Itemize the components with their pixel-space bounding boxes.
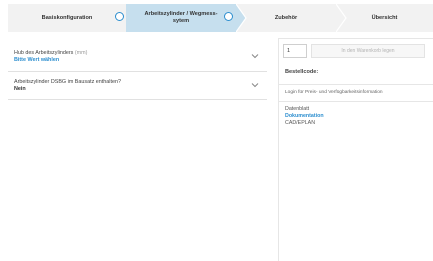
step-zubehoer[interactable]: Zubehör (236, 4, 336, 32)
divider (279, 84, 433, 85)
accordion-title: Hub des Arbeitszylinders (mm) (14, 50, 88, 56)
step-arrow-divider (336, 4, 348, 32)
login-link[interactable]: Login für Preis- und Verfügbarkeitsinfor… (285, 90, 383, 95)
step-basiskonfiguration[interactable]: Basiskonfiguration (8, 4, 126, 32)
configurator-stepper: Basiskonfiguration Arbeitszylinder / Weg… (8, 4, 433, 32)
parameter-accordion: Hub des Arbeitszylinders (mm) Bitte Wert… (8, 43, 267, 101)
step-arrow-divider (236, 4, 248, 32)
step-label-line2: sytem (172, 18, 190, 24)
accordion-title: Arbeitszylinder DSBG im Bausatz enthalte… (14, 78, 121, 85)
accordion-item-hub[interactable]: Hub des Arbeitszylinders (mm) Bitte Wert… (8, 43, 267, 72)
step-indicator-circle (115, 12, 124, 21)
add-to-cart-button[interactable]: In den Warenkorb legen (311, 44, 425, 58)
step-label: Übersicht (371, 14, 398, 21)
order-panel: 1 In den Warenkorb legen Bestellcode: Lo… (278, 38, 433, 261)
order-code-label: Bestellcode: (285, 69, 319, 75)
chevron-down-icon[interactable] (251, 82, 259, 88)
step-indicator-circle (224, 12, 233, 21)
step-arrow-divider (126, 4, 138, 32)
step-arbeitszylinder[interactable]: Arbeitszylinder / Wegmess- sytem (126, 4, 236, 32)
quantity-input[interactable]: 1 (283, 44, 307, 58)
documentation-link[interactable]: Dokumentation (285, 113, 324, 120)
unit-label: (mm) (74, 50, 88, 56)
accordion-item-dsbg[interactable]: Arbeitszylinder DSBG im Bausatz enthalte… (8, 72, 267, 101)
divider (279, 101, 433, 102)
documents-list: Datenblatt Dokumentation CAD/EPLAN (285, 106, 324, 127)
select-value: Nein (14, 85, 26, 92)
cad-eplan-link[interactable]: CAD/EPLAN (285, 120, 324, 127)
datasheet-link[interactable]: Datenblatt (285, 106, 324, 113)
step-label: Basiskonfiguration (41, 14, 93, 21)
select-value-link[interactable]: Bitte Wert wählen (14, 57, 261, 65)
step-label-line1: Arbeitszylinder / Wegmess- (144, 11, 218, 18)
step-label: Zubehör (274, 14, 298, 21)
chevron-down-icon[interactable] (251, 53, 259, 59)
step-uebersicht[interactable]: Übersicht (336, 4, 433, 32)
